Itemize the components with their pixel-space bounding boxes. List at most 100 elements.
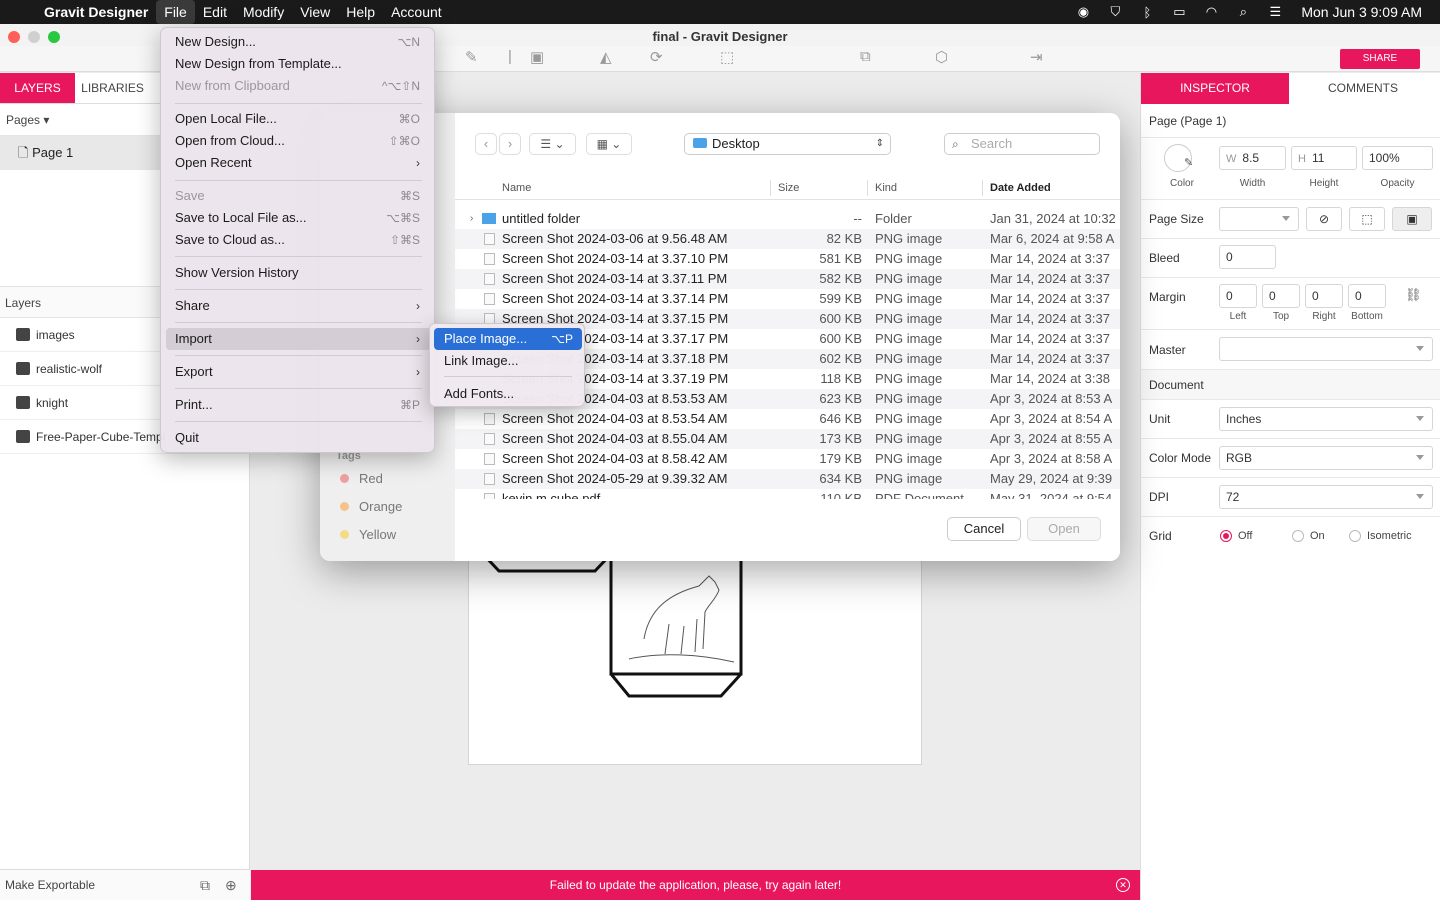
dpi-dropdown[interactable]: 72 — [1219, 485, 1433, 509]
file-row[interactable]: Screen Shot 2024-03-14 at 3.37.10 PM 581 … — [455, 249, 1120, 269]
back-button[interactable]: ‹ — [475, 133, 497, 155]
pen-tool-icon[interactable]: ✎ — [465, 48, 478, 66]
open-button[interactable]: Open — [1027, 517, 1101, 541]
battery-icon[interactable]: ▭ — [1163, 4, 1195, 20]
menu-account[interactable]: Account — [383, 0, 450, 24]
add-icon[interactable]: ⊕ — [225, 870, 237, 900]
menu-help[interactable]: Help — [338, 0, 383, 24]
forward-button[interactable]: › — [499, 133, 521, 155]
tag-yellow[interactable]: Yellow — [340, 527, 396, 542]
tag-orange[interactable]: Orange — [340, 499, 402, 514]
image-tool-icon[interactable]: ▣ — [530, 48, 544, 66]
boolean-icon[interactable]: ⬡ — [935, 48, 948, 66]
menu-item-open-cloud[interactable]: Open from Cloud... ⇧⌘O — [166, 130, 431, 152]
width-field[interactable]: W 8.5 — [1219, 146, 1286, 170]
menu-modify[interactable]: Modify — [235, 0, 292, 24]
menu-item-version-history[interactable]: Show Version History — [166, 262, 431, 284]
menu-item-print[interactable]: Print... ⌘P — [166, 394, 431, 416]
menu-edit[interactable]: Edit — [195, 0, 235, 24]
zoom-window-button[interactable] — [48, 31, 60, 43]
grid-on-radio[interactable] — [1292, 530, 1304, 542]
grid-isometric-radio[interactable] — [1349, 530, 1361, 542]
menu-item-link-image[interactable]: Link Image... — [434, 350, 582, 372]
vpn-shield-icon[interactable]: ⛉ — [1099, 4, 1131, 20]
clip-content-icon[interactable]: ▣ — [1392, 207, 1432, 231]
arrange-icon[interactable]: ⧉ — [860, 48, 871, 65]
rotate-icon[interactable]: ⟳ — [650, 48, 663, 66]
menu-item-save-local[interactable]: Save to Local File as... ⌥⌘S — [166, 207, 431, 229]
master-dropdown[interactable] — [1219, 337, 1433, 361]
column-size[interactable]: Size — [778, 182, 799, 194]
tab-inspector[interactable]: INSPECTOR — [1141, 73, 1289, 104]
share-button[interactable]: SHARE — [1340, 49, 1420, 69]
location-dropdown[interactable]: Desktop ⇕ — [684, 133, 891, 155]
menu-view[interactable]: View — [292, 0, 338, 24]
minimize-window-button[interactable] — [28, 31, 40, 43]
height-field[interactable]: H 11 — [1291, 146, 1357, 170]
menu-item-export[interactable]: Export › — [166, 361, 431, 383]
menu-item-new-from-template[interactable]: New Design from Template... — [166, 53, 431, 75]
file-row[interactable]: Screen Shot 2024-04-03 at 8.58.42 AM 179 … — [455, 449, 1120, 469]
column-kind[interactable]: Kind — [875, 182, 897, 194]
creative-cloud-icon[interactable]: ◉ — [1067, 4, 1099, 20]
grid-view-button[interactable]: ▦ ⌄ — [586, 133, 632, 155]
cancel-button[interactable]: Cancel — [947, 517, 1021, 541]
disclosure-chevron-icon[interactable]: › — [470, 209, 473, 229]
column-date-added[interactable]: Date Added — [990, 182, 1051, 194]
menu-item-quit[interactable]: Quit — [166, 427, 431, 449]
menu-item-import[interactable]: Import › — [166, 328, 431, 350]
page-size-dropdown[interactable] — [1219, 207, 1299, 231]
bluetooth-icon[interactable]: ᛒ — [1131, 5, 1163, 20]
make-exportable-bar[interactable]: Make Exportable ⧉ ⊕ — [0, 869, 250, 900]
menu-file[interactable]: File — [156, 0, 195, 24]
color-mode-dropdown[interactable]: RGB — [1219, 446, 1433, 470]
menu-item-share[interactable]: Share › — [166, 295, 431, 317]
control-center-icon[interactable]: ☰ — [1259, 4, 1291, 20]
fit-content-icon[interactable]: ⬚ — [1349, 207, 1385, 231]
unit-dropdown[interactable]: Inches — [1219, 407, 1433, 431]
transform-icon[interactable]: ⬚ — [720, 48, 734, 66]
menu-item-open-local[interactable]: Open Local File... ⌘O — [166, 108, 431, 130]
close-window-button[interactable] — [8, 31, 20, 43]
tag-red[interactable]: Red — [340, 471, 383, 486]
file-row[interactable]: Screen Shot 2024-03-14 at 3.37.11 PM 582 … — [455, 269, 1120, 289]
menu-item-add-fonts[interactable]: Add Fonts... — [434, 383, 582, 405]
bleed-field[interactable]: 0 — [1219, 245, 1276, 269]
file-row[interactable]: Screen Shot 2024-04-03 at 8.53.54 AM 646 … — [455, 409, 1120, 429]
menu-item-new-design[interactable]: New Design... ⌥N — [166, 31, 431, 53]
text-tool-icon[interactable]: | — [508, 48, 512, 65]
file-row[interactable]: Screen Shot 2024-04-03 at 8.55.04 AM 173 … — [455, 429, 1120, 449]
file-row[interactable]: Screen Shot 2024-03-14 at 3.37.14 PM 599 … — [455, 289, 1120, 309]
export-slice-icon[interactable]: ⧉ — [200, 870, 210, 900]
file-row[interactable]: Screen Shot 2024-03-06 at 9.56.48 AM 82 K… — [455, 229, 1120, 249]
tab-comments[interactable]: COMMENTS — [1289, 73, 1437, 104]
file-row[interactable]: kevin m cube.pdf 110 KB PDF Document May 31… — [455, 489, 1120, 499]
menu-app-name[interactable]: Gravit Designer — [40, 0, 156, 24]
list-view-button[interactable]: ☰ ⌄ — [529, 133, 576, 155]
grid-off-radio[interactable] — [1220, 530, 1232, 542]
eyedropper-icon[interactable]: ✎ — [1184, 156, 1193, 169]
margin-bottom-field[interactable]: 0 — [1348, 284, 1386, 308]
wifi-icon[interactable]: ◠ — [1195, 4, 1227, 20]
file-row[interactable]: › untitled folder -- Folder Jan 31, 2024 at … — [455, 209, 1120, 229]
menu-item-open-recent[interactable]: Open Recent › — [166, 152, 431, 174]
file-row[interactable]: Screen Shot 2024-05-29 at 9.39.32 AM 634 … — [455, 469, 1120, 489]
margin-left-field[interactable]: 0 — [1219, 284, 1257, 308]
menu-item-save-cloud[interactable]: Save to Cloud as... ⇧⌘S — [166, 229, 431, 251]
opacity-field[interactable]: 100% — [1362, 146, 1433, 170]
menubar-clock[interactable]: Mon Jun 3 9:09 AM — [1291, 4, 1440, 20]
menu-item-place-image[interactable]: Place Image... ⌥P — [434, 328, 582, 350]
margin-right-field[interactable]: 0 — [1305, 284, 1343, 308]
export-icon[interactable]: ⇥ — [1030, 48, 1043, 66]
column-name[interactable]: Name — [502, 182, 531, 194]
search-icon[interactable]: ⌕ — [1227, 4, 1259, 20]
close-icon[interactable]: ✕ — [1116, 878, 1130, 892]
orientation-icon[interactable]: ⊘ — [1306, 207, 1342, 231]
margin-top-field[interactable]: 0 — [1262, 284, 1300, 308]
tab-layers[interactable]: LAYERS — [0, 73, 75, 103]
align-icon[interactable]: ◭ — [600, 48, 612, 66]
tab-libraries[interactable]: LIBRARIES — [75, 73, 150, 103]
search-input[interactable]: ⌕ Search — [944, 133, 1100, 155]
link-margins-icon[interactable]: ⛓ — [1405, 287, 1422, 303]
page-item[interactable]: 🗋 Page 1 — [0, 136, 160, 170]
